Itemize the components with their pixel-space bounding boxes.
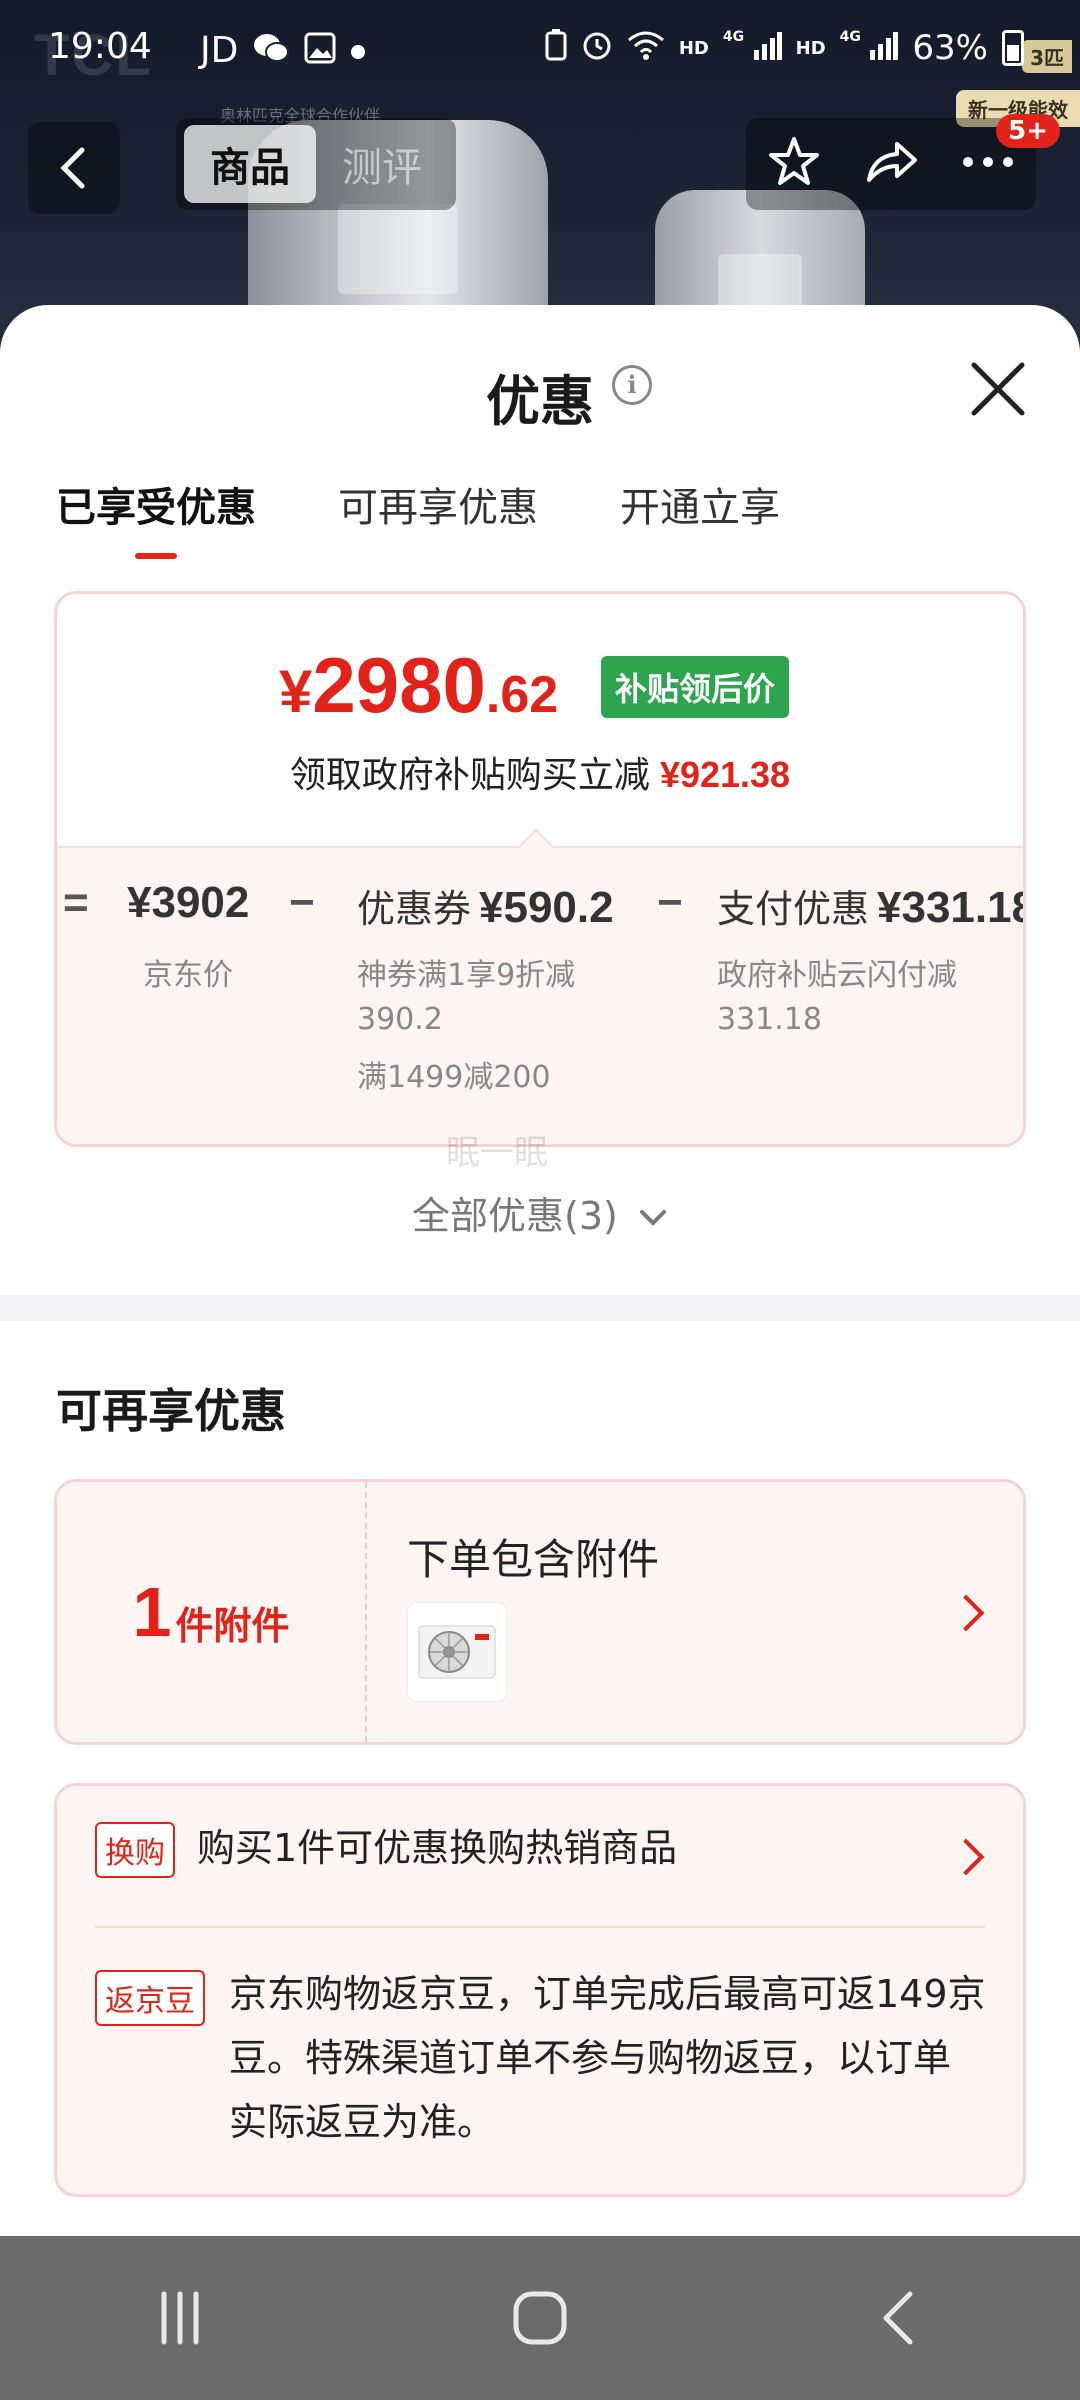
- gallery-icon: [304, 32, 336, 70]
- battery-percent: 63%: [912, 28, 988, 68]
- signal-icon-1: 4G: [723, 30, 782, 66]
- payment-discount-label: 支付优惠: [717, 889, 870, 931]
- coupon-amount: ¥590.2: [479, 883, 614, 932]
- discount-tabs: 已享受优惠 可再享优惠 开通立享: [56, 475, 780, 559]
- recent-apps-icon: [161, 2291, 199, 2345]
- outdoor-unit-icon: [418, 1625, 496, 1679]
- coupon-label: 优惠券: [357, 889, 472, 931]
- accessory-count-number: 1: [132, 1573, 172, 1651]
- chevron-down-icon: [639, 1210, 666, 1226]
- jd-beans-text-line2: 豆。特殊渠道订单不参与购物返豆，以订单: [229, 2036, 952, 2080]
- outdoor-unit-thumbnail[interactable]: [407, 1602, 507, 1702]
- home-icon: [513, 2291, 567, 2345]
- android-navigation-bar: [0, 2236, 1080, 2400]
- payment-desc-line2: 331.18: [717, 1002, 822, 1037]
- sheet-title: 优惠: [486, 370, 594, 433]
- alarm-icon: [581, 29, 613, 67]
- tab-more-discounts[interactable]: 可再享优惠: [338, 475, 538, 559]
- back-button[interactable]: [28, 122, 120, 214]
- chevron-right-icon[interactable]: [947, 1838, 985, 1876]
- back-arrow-icon: [883, 2291, 913, 2345]
- coupon-desc-line1: 神券满1享9折减: [357, 958, 576, 993]
- accessory-count-unit: 件附件: [175, 1603, 290, 1648]
- tab-review[interactable]: 测评: [316, 125, 448, 203]
- wechat-icon: [252, 32, 290, 70]
- favorite-star-icon[interactable]: [766, 134, 822, 194]
- final-price: ¥2980.62: [279, 640, 558, 731]
- payment-desc-line1: 政府补贴云闪付减: [717, 958, 957, 993]
- perks-divider: [95, 1926, 985, 1928]
- close-button[interactable]: [966, 357, 1030, 421]
- dot-icon: [350, 36, 366, 66]
- wifi-icon: [627, 30, 665, 66]
- jd-beans-tag: 返京豆: [95, 1970, 205, 2026]
- payment-discount-amount: ¥331.18: [877, 883, 1026, 932]
- gov-subsidy-amount: ¥921.38: [659, 754, 791, 795]
- message-count-badge: 5+: [996, 114, 1060, 148]
- gov-subsidy-text: 领取政府补贴购买立减: [289, 755, 650, 796]
- accessory-count: 1 件附件: [57, 1482, 367, 1742]
- home-button[interactable]: [480, 2258, 600, 2378]
- more-icon[interactable]: [960, 152, 1016, 176]
- coupon-value: 优惠券 ¥590.2: [357, 878, 614, 933]
- tab-product[interactable]: 商品: [184, 125, 316, 203]
- minus-sign-2: −: [657, 878, 683, 927]
- battery-saver-icon: [545, 29, 567, 67]
- perks-card: 换购 购买1件可优惠换购热销商品 返京豆 京东购物返京豆，订单完成后最高可返14…: [54, 1783, 1026, 2197]
- final-price-integer: 2980: [312, 641, 486, 729]
- watermark-text: 眠一眠: [446, 1133, 548, 1173]
- all-offers-label: 全部优惠(3): [412, 1194, 618, 1238]
- status-bar: 19:04 JD HD 4G HD 4G 63%: [0, 0, 1080, 100]
- price-breakdown[interactable]: = ¥3902 − 优惠券 ¥590.2 − 支付优惠 ¥331.18 京东价 神券…: [57, 828, 1026, 1144]
- jd-beans-text-line1: 京东购物返京豆，订单完成后最高可返149京: [229, 1972, 986, 2016]
- subsidy-price-tag: 补贴领后价: [601, 656, 790, 718]
- tab-activate-discounts[interactable]: 开通立享: [620, 475, 780, 559]
- jd-beans-text-line3: 实际返豆为准。: [229, 2100, 496, 2144]
- all-offers-toggle[interactable]: 全部优惠(3): [0, 1185, 1080, 1240]
- recent-apps-button[interactable]: [120, 2258, 240, 2378]
- price-card: ¥2980.62 补贴领后价 领取政府补贴购买立减 ¥921.38 = ¥3902…: [54, 591, 1026, 1147]
- gov-subsidy-line: 领取政府补贴购买立减 ¥921.38: [57, 746, 1023, 798]
- hd-label-1: HD: [678, 37, 709, 59]
- final-price-currency: ¥: [279, 658, 313, 725]
- signal-icon-2: 4G: [840, 30, 899, 66]
- jd-price-label: 京东价: [143, 958, 233, 993]
- share-icon[interactable]: [863, 134, 919, 194]
- jd-price-value: ¥3902: [127, 878, 250, 927]
- hd-label-2: HD: [795, 37, 826, 59]
- status-time: 19:04: [48, 26, 152, 67]
- battery-icon: [1002, 30, 1024, 66]
- system-back-button[interactable]: [840, 2258, 960, 2378]
- product-nav-actions: [746, 118, 1036, 210]
- payment-discount-value: 支付优惠 ¥331.18: [717, 878, 1026, 933]
- chevron-left-icon: [60, 147, 85, 189]
- accessory-card[interactable]: 1 件附件 下单包含附件: [54, 1479, 1026, 1745]
- jd-notification-icon: JD: [200, 30, 239, 71]
- minus-sign-1: −: [289, 878, 315, 927]
- coupon-desc-line2: 390.2: [357, 1002, 443, 1037]
- network-gen-label-1: 4G: [722, 29, 745, 45]
- tab-enjoyed-discounts[interactable]: 已享受优惠: [56, 475, 256, 559]
- section-divider: [0, 1295, 1080, 1321]
- final-price-decimal: .62: [485, 666, 559, 724]
- chevron-right-icon: [947, 1594, 985, 1632]
- equals-sign: =: [63, 878, 89, 927]
- more-discounts-title: 可再享优惠: [56, 1384, 286, 1438]
- close-icon: [971, 362, 1025, 416]
- accessory-title: 下单包含附件: [407, 1535, 660, 1584]
- product-nav-tabs: 商品 测评: [176, 118, 456, 210]
- info-icon[interactable]: i: [612, 365, 652, 405]
- network-gen-label-2: 4G: [839, 29, 861, 45]
- coupon-desc-line3: 满1499减200: [357, 1060, 551, 1095]
- discount-sheet: 优惠 i 已享受优惠 可再享优惠 开通立享 ¥2980.62 补贴领后价 领取政…: [0, 305, 1080, 2237]
- trade-in-tag: 换购: [95, 1822, 175, 1878]
- trade-in-text[interactable]: 购买1件可优惠换购热销商品: [197, 1816, 677, 1880]
